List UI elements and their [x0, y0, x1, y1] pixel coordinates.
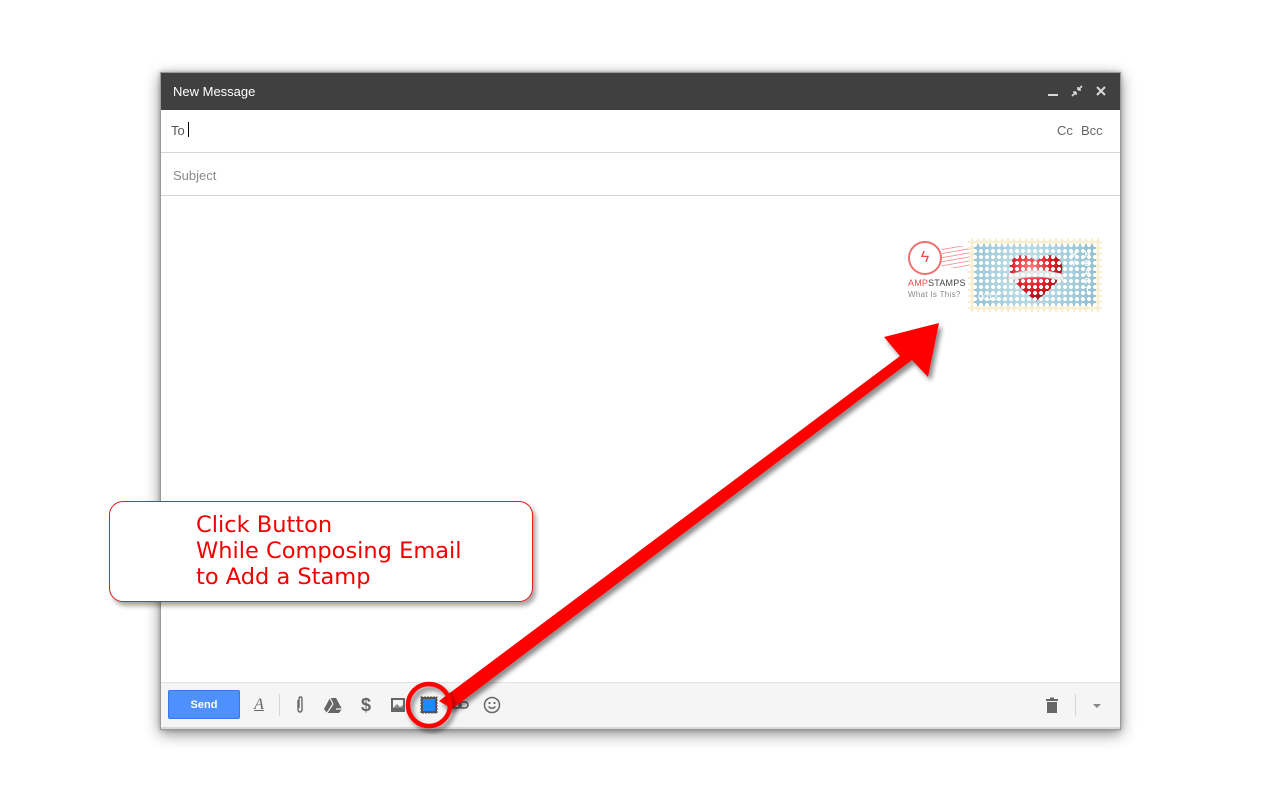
brand-label: AMPSTAMPS [908, 278, 966, 288]
callout-text: Click Button While Composing Email to Ad… [196, 512, 462, 590]
money-icon[interactable]: $ [355, 694, 377, 716]
link-icon[interactable] [449, 694, 471, 716]
compose-window: New Message To Cc Bcc ϟ AMPSTAMPS What I… [160, 72, 1121, 730]
window-title: New Message [173, 84, 256, 99]
pop-out-icon[interactable] [1068, 82, 1086, 100]
stamp-text-my: MY [1068, 250, 1078, 271]
photo-icon[interactable] [387, 694, 409, 716]
more-options-icon[interactable] [1086, 694, 1108, 716]
toolbar-divider-right [1075, 694, 1076, 716]
postmark-logo-icon: ϟ [908, 241, 942, 275]
what-is-this-link[interactable]: What Is This? [908, 290, 961, 299]
attach-icon[interactable] [289, 694, 311, 716]
emoji-icon[interactable] [481, 694, 503, 716]
stamp-text-my-label: MY [1069, 250, 1078, 268]
close-icon[interactable] [1092, 82, 1110, 100]
subject-input[interactable] [171, 161, 1075, 189]
callout-line-1: Click Button [196, 512, 333, 538]
stamp-number: 0012 [978, 292, 999, 302]
postmark-wave [942, 246, 970, 268]
toolbar-divider [279, 694, 280, 716]
drive-icon[interactable] [322, 694, 344, 716]
callout-line-3: to Add a Stamp [196, 564, 371, 590]
to-row: To Cc Bcc [161, 110, 1120, 153]
message-body[interactable]: ϟ AMPSTAMPS What Is This? 0012 MY HEART [161, 196, 1120, 685]
subject-row [161, 153, 1120, 196]
bcc-link[interactable]: Bcc [1081, 123, 1103, 138]
stamp-text-heart: HEART [1082, 250, 1092, 298]
formatting-icon[interactable]: A [248, 694, 270, 716]
cc-link[interactable]: Cc [1057, 123, 1073, 138]
compose-toolbar: Send A $ [161, 682, 1120, 729]
compose-titlebar[interactable]: New Message [161, 73, 1120, 110]
minimize-icon[interactable] [1044, 82, 1062, 100]
to-label: To [171, 123, 185, 138]
stamp-face: 0012 MY HEART [974, 244, 1096, 306]
heart-icon [1007, 255, 1065, 301]
stamp-icon[interactable] [418, 694, 440, 716]
annotation-callout: Click Button While Composing Email to Ad… [109, 501, 533, 602]
send-button[interactable]: Send [168, 690, 240, 719]
callout-line-2: While Composing Email [196, 538, 462, 564]
stamp-image[interactable]: 0012 MY HEART [968, 238, 1102, 312]
text-caret [188, 122, 189, 137]
stamp-signature[interactable]: ϟ AMPSTAMPS What Is This? 0012 MY HEART [908, 236, 1108, 316]
brand-prefix: AMP [908, 278, 929, 288]
to-input[interactable] [191, 118, 1045, 146]
discard-draft-icon[interactable] [1041, 694, 1063, 716]
stamp-text-heart-label: HEART [1083, 250, 1092, 295]
brand-suffix: STAMPS [928, 278, 966, 288]
